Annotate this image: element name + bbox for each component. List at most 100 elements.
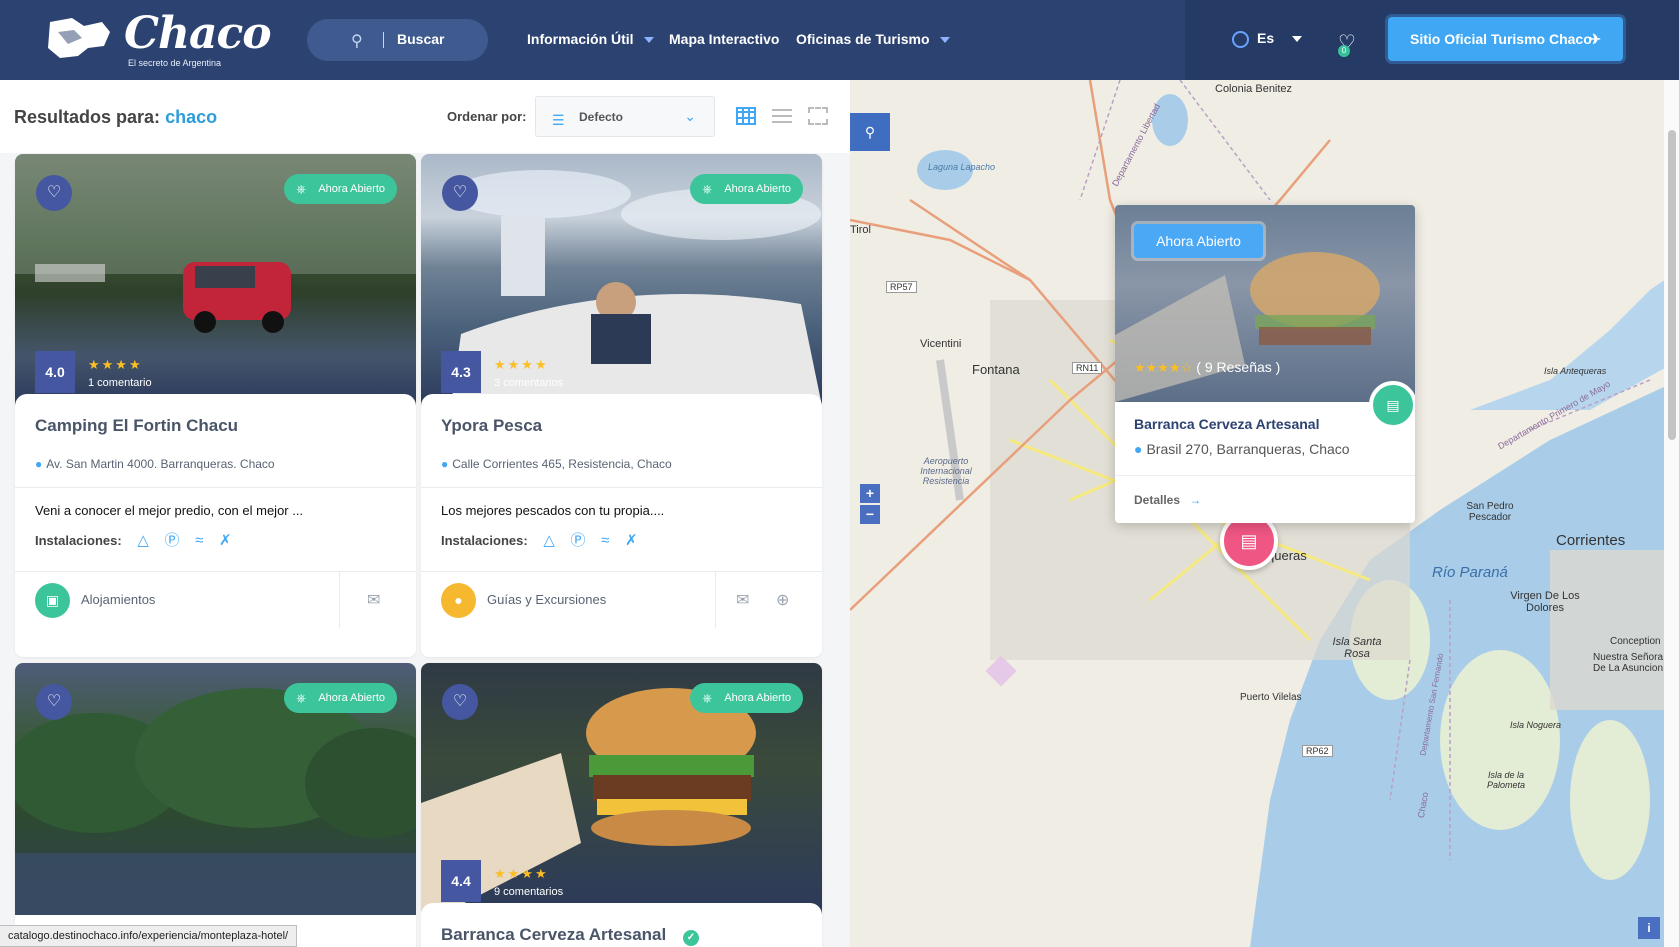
open-sign-icon: ⎈ <box>296 182 306 196</box>
map-place-label: Río Paraná <box>1432 564 1508 581</box>
card-body: Ypora Pesca ● Calle Corrientes 465, Resis… <box>421 394 822 628</box>
popup-review-count: ( 9 Reseñas ) <box>1196 359 1281 375</box>
listing-photo[interactable]: ♡ ⎈ Ahora Abierto 4.0 ★★★★ 1 comentario <box>15 154 416 406</box>
page-scrollbar[interactable] <box>1664 80 1679 947</box>
map-place-label: Nuestra Señora De La Asuncion <box>1592 652 1664 674</box>
popup-open-badge: Ahora Abierto <box>1134 224 1263 258</box>
badge-label: Ahora Abierto <box>724 183 791 195</box>
comment-count[interactable]: 3 comentarios <box>494 377 563 389</box>
map-place-label: Corrientes <box>1556 532 1626 549</box>
search-label: Buscar <box>397 31 445 47</box>
popup-title[interactable]: Barranca Cerveza Artesanal <box>1134 416 1319 432</box>
nav-informacion-util[interactable]: Información Útil <box>527 31 654 47</box>
facilities-row: Instalaciones: △ Ⓟ ≈ ✗ <box>421 528 822 571</box>
order-by-value: Defecto <box>579 110 624 124</box>
site-logo[interactable]: Chaco El secreto de Argentina <box>44 8 272 70</box>
popup-details-link[interactable]: Detalles → <box>1134 493 1201 507</box>
chaco-map-logo-icon <box>48 18 110 58</box>
open-sign-icon: ⎈ <box>702 182 712 196</box>
grid-view-icon[interactable] <box>736 107 756 125</box>
mail-icon[interactable]: ✉ <box>736 590 749 610</box>
listing-address: ● Calle Corrientes 465, Resistencia, Chac… <box>421 446 822 487</box>
listing-address: ● Av. San Martin 4000. Barranqueras. Chac… <box>15 446 416 487</box>
chevron-down-icon <box>1292 36 1303 43</box>
listing-card[interactable]: ♡ ⎈ Ahora Abierto 4.4 ★★★★ 9 comentarios … <box>421 663 822 947</box>
parking-icon: Ⓟ <box>164 532 180 549</box>
results-heading: Resultados para: chaco <box>14 107 217 128</box>
divider <box>1115 475 1415 476</box>
map-place-label: Isla Santa Rosa <box>1332 636 1382 660</box>
search-divider <box>383 32 384 48</box>
header-search-button[interactable]: ⚲ Buscar <box>307 19 488 61</box>
list-view-icon[interactable] <box>772 109 792 123</box>
language-selector[interactable]: Es <box>1232 30 1303 48</box>
map-place-label: Puerto Vilelas <box>1240 692 1302 703</box>
wishlist-count-badge: 0 <box>1338 45 1350 57</box>
mail-icon[interactable]: ✉ <box>367 590 380 610</box>
listing-title[interactable]: Ypora Pesca <box>421 394 822 446</box>
map-zoom-in-button[interactable]: + <box>860 484 880 503</box>
rating-score: 4.4 <box>441 860 481 902</box>
map-road-label: RN11 <box>1072 362 1103 374</box>
card-body: Barranca Cerveza Artesanal ✓ <box>421 903 822 947</box>
badge-label: Ahora Abierto <box>724 692 791 704</box>
facilities-label: Instalaciones: <box>35 533 122 548</box>
results-query: chaco <box>165 107 218 127</box>
favorite-heart-button[interactable]: ♡ <box>442 175 478 211</box>
map-zoom-out-button[interactable]: − <box>860 505 880 524</box>
category-label[interactable]: Guías y Excursiones <box>487 592 606 607</box>
interactive-map[interactable]: ⚲ + − Colonia Benitez Laguna Lapacho Tir… <box>850 80 1679 947</box>
listing-photo[interactable]: ♡ ⎈ Ahora Abierto <box>15 663 416 915</box>
favorite-heart-button[interactable]: ♡ <box>442 684 478 720</box>
listing-title[interactable]: Camping El Fortin Chacu <box>15 394 416 446</box>
results-panel: Resultados para: chaco Ordenar por: ☰ De… <box>0 80 850 947</box>
nav-oficinas-turismo[interactable]: Oficinas de Turismo <box>796 31 950 47</box>
map-road-label: RP62 <box>1302 745 1333 757</box>
map-place-label: Aeropuerto Internacional Resistencia <box>920 456 972 486</box>
search-icon: ⚲ <box>351 33 363 50</box>
bed-icon: ▣ <box>35 583 70 618</box>
listing-card[interactable]: ♡ ⎈ Ahora Abierto 4.0 ★★★★ 1 comentario C… <box>15 154 416 657</box>
comment-count[interactable]: 1 comentario <box>88 377 152 389</box>
rating-score: 4.3 <box>441 351 481 393</box>
comment-count[interactable]: 9 comentarios <box>494 886 563 898</box>
star-rating: ★★★★ <box>494 357 549 372</box>
logo-wordmark: Chaco <box>124 8 272 59</box>
location-pin-icon: ● <box>441 457 449 471</box>
restaurant-icon: ✗ <box>219 532 232 549</box>
favorite-heart-button[interactable]: ♡ <box>36 175 72 211</box>
scrollbar-thumb[interactable] <box>1668 130 1676 440</box>
map-search-button[interactable]: ⚲ <box>850 113 890 151</box>
fullscreen-icon[interactable] <box>808 107 828 125</box>
map-info-popup[interactable]: Ahora Abierto ★★★★☆( 9 Reseñas ) ▤ Barra… <box>1115 205 1415 523</box>
parking-icon: Ⓟ <box>570 532 586 549</box>
facilities-label: Instalaciones: <box>441 533 528 548</box>
open-now-badge: ⎈ Ahora Abierto <box>690 174 803 204</box>
favorite-heart-button[interactable]: ♡ <box>36 684 72 720</box>
open-now-badge: ⎈ Ahora Abierto <box>284 683 397 713</box>
listing-title-text: Barranca Cerveza Artesanal <box>441 925 667 944</box>
order-by-select[interactable]: ☰ Defecto ⌄ <box>535 96 715 137</box>
official-site-button[interactable]: Sitio Oficial Turismo Chaco ✈ <box>1388 17 1623 61</box>
listing-description: Veni a conocer el mejor predio, con el m… <box>35 503 304 518</box>
address-text: Av. San Martin 4000. Barranqueras. Chaco <box>46 457 275 471</box>
listing-photo[interactable]: ♡ ⎈ Ahora Abierto 4.3 ★★★★ 3 comentarios <box>421 154 822 406</box>
listing-description: Los mejores pescados con tu propia.... <box>441 503 665 518</box>
zoom-in-icon[interactable]: ⊕ <box>776 590 789 610</box>
chevron-down-icon <box>939 37 950 44</box>
location-pin-icon: ● <box>35 457 43 471</box>
listing-photo[interactable]: ♡ ⎈ Ahora Abierto 4.4 ★★★★ 9 comentarios <box>421 663 822 915</box>
map-info-button[interactable]: i <box>1638 917 1660 939</box>
popup-photo[interactable]: Ahora Abierto ★★★★☆( 9 Reseñas ) <box>1115 205 1415 402</box>
nav-mapa-interactivo[interactable]: Mapa Interactivo <box>669 31 779 47</box>
card-footer: ● Guías y Excursiones ✉ ⊕ <box>421 571 822 628</box>
listing-card[interactable]: ♡ ⎈ Ahora Abierto 4.3 ★★★★ 3 comentarios … <box>421 154 822 657</box>
category-label[interactable]: Alojamientos <box>81 592 155 607</box>
address-text: Calle Corrientes 465, Resistencia, Chaco <box>452 457 672 471</box>
burger-icon: ▤ <box>1369 381 1415 429</box>
open-now-badge: ⎈ Ahora Abierto <box>690 683 803 713</box>
globe-icon <box>1232 30 1249 48</box>
listing-card[interactable]: ♡ ⎈ Ahora Abierto <box>15 663 416 947</box>
facilities-row: Instalaciones: △ Ⓟ ≈ ✗ <box>15 528 416 571</box>
listing-title[interactable]: Barranca Cerveza Artesanal ✓ <box>421 903 822 947</box>
